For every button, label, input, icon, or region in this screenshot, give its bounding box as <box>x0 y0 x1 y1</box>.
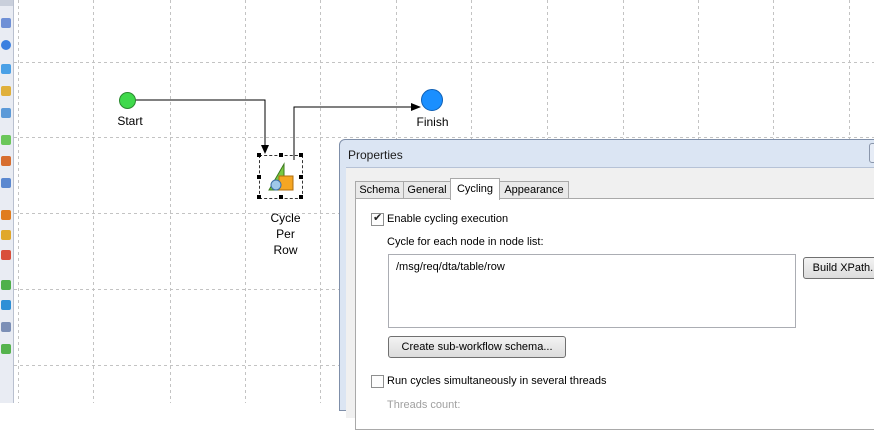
selection-handle[interactable] <box>257 175 261 179</box>
properties-title: Properties <box>348 148 403 162</box>
check-icon: ✔ <box>373 211 383 224</box>
tab-general[interactable]: General <box>403 181 451 199</box>
selection-handle[interactable] <box>299 195 303 199</box>
tab-appearance[interactable]: Appearance <box>499 181 569 199</box>
enable-cycling-checkbox[interactable]: ✔ <box>371 211 384 226</box>
selection-handle[interactable] <box>279 153 283 157</box>
node-list-value: /msg/req/dta/table/row <box>396 261 505 273</box>
tab-schema[interactable]: Schema <box>355 181 404 199</box>
cycle-node-label: Cycle Per Row <box>258 210 313 258</box>
finish-node-label: Finish <box>416 115 449 129</box>
cycle-node-icon <box>268 162 294 191</box>
build-xpath-button[interactable]: Build XPath... <box>803 257 874 279</box>
selection-handle[interactable] <box>299 175 303 179</box>
enable-cycling-label: Enable cycling execution <box>387 213 509 225</box>
tab-cycling[interactable]: Cycling <box>450 178 500 200</box>
properties-window: Properties Schema General Cycling Appear… <box>339 139 874 430</box>
window-control-button[interactable] <box>869 143 874 163</box>
cycle-label-line: Per <box>276 227 295 241</box>
run-parallel-checkbox[interactable] <box>371 375 384 388</box>
selection-handle[interactable] <box>279 195 283 199</box>
create-subworkflow-button[interactable]: Create sub-workflow schema... <box>388 336 566 358</box>
cycle-per-row-node[interactable] <box>257 153 303 199</box>
node-list-input[interactable]: /msg/req/dta/table/row <box>388 254 796 328</box>
connector-start-to-cycle <box>136 99 266 152</box>
start-node-label: Start <box>117 114 143 128</box>
node-list-label: Cycle for each node in node list: <box>387 236 544 248</box>
cycling-panel: ✔ Enable cycling execution Cycle for eac… <box>355 198 874 430</box>
properties-body: Schema General Cycling Appearance ✔ Enab… <box>346 167 874 430</box>
selection-handle[interactable] <box>257 195 261 199</box>
selection-handle[interactable] <box>299 153 303 157</box>
finish-node[interactable] <box>421 89 443 111</box>
selection-handle[interactable] <box>257 153 261 157</box>
threads-count-label: Threads count: <box>387 399 461 411</box>
arrowhead <box>261 145 269 154</box>
cycle-label-line: Row <box>273 243 298 257</box>
arrowhead <box>411 103 421 111</box>
cycle-label-line: Cycle <box>270 211 301 225</box>
start-node[interactable] <box>119 92 136 109</box>
run-parallel-label: Run cycles simultaneously in several thr… <box>387 375 607 387</box>
